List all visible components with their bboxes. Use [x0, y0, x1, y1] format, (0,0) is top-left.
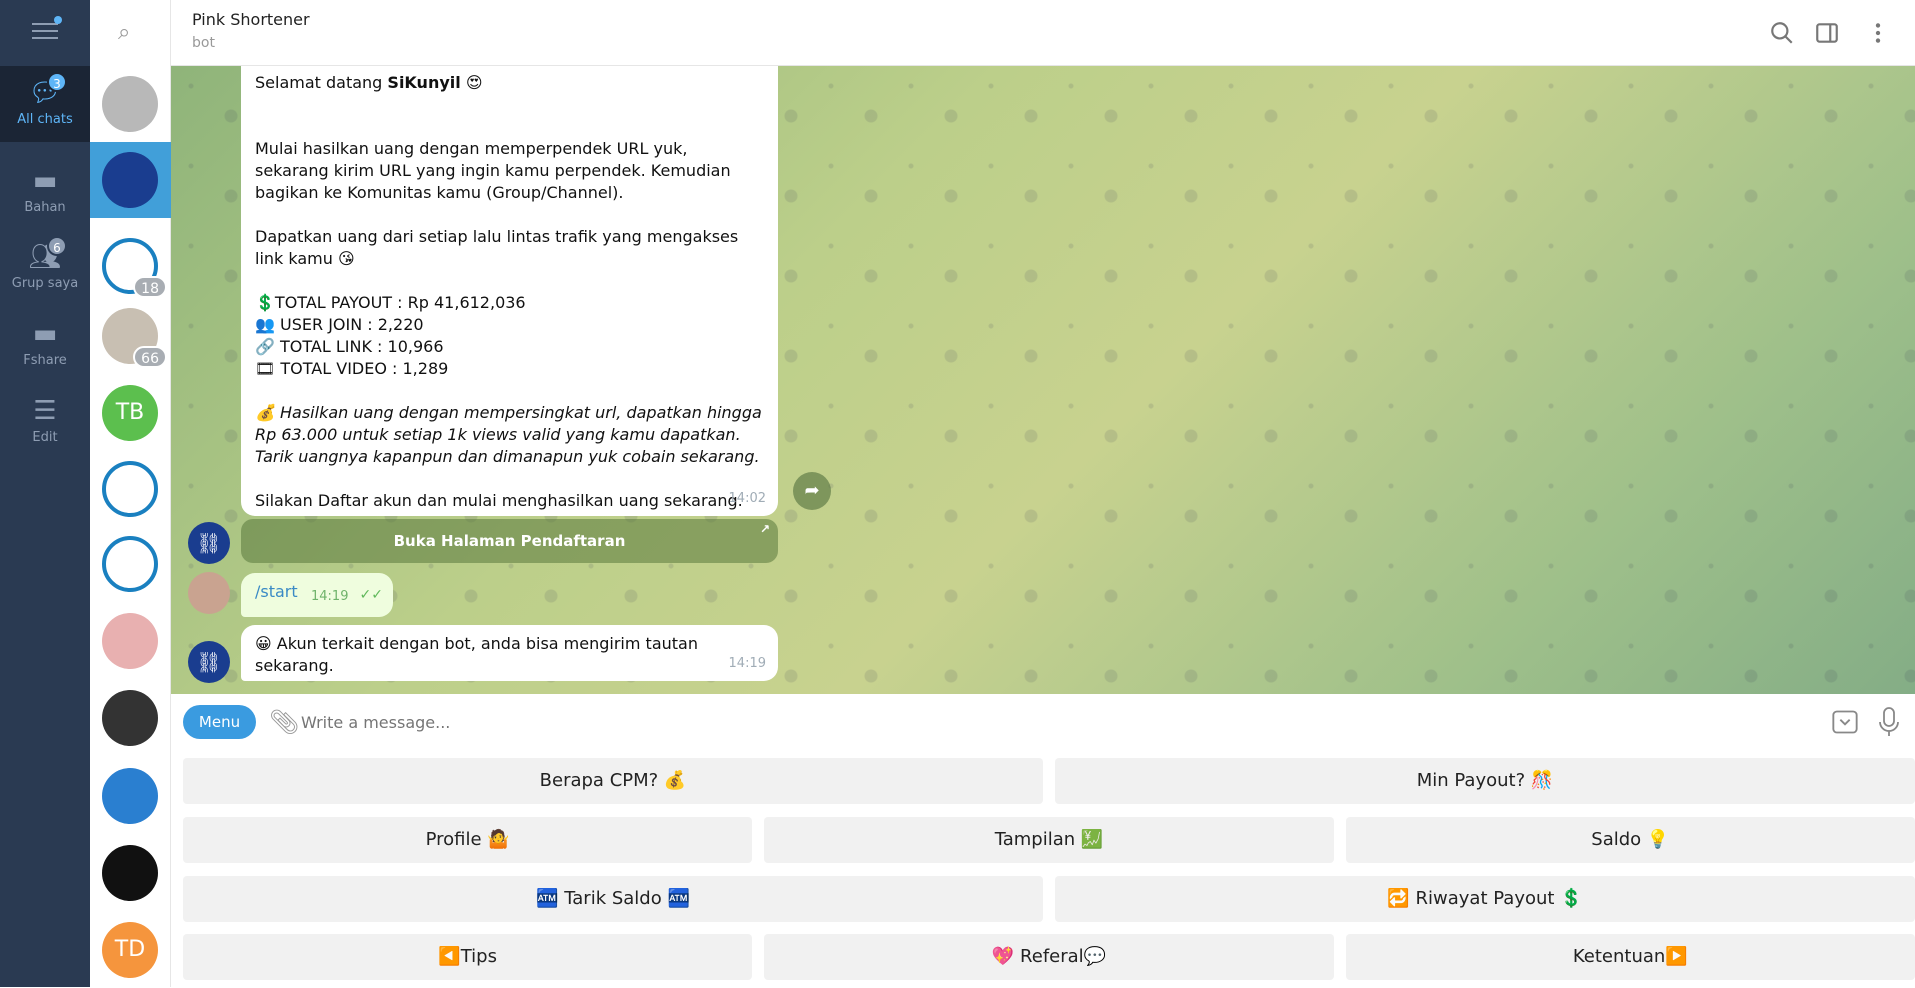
- keyboard-button[interactable]: Ketentuan▶️: [1345, 934, 1915, 980]
- sliders-icon: ☰: [33, 396, 57, 426]
- keyboard-toggle-icon[interactable]: [1831, 708, 1859, 736]
- chat-list-item[interactable]: [90, 603, 171, 679]
- avatar: [102, 768, 158, 824]
- avatar: TD: [102, 922, 158, 978]
- chat-header: Pink Shortener bot: [171, 0, 1915, 66]
- folder-icon: ▬: [32, 319, 58, 349]
- keyboard-button[interactable]: 🔁 Riwayat Payout 💲: [1055, 876, 1915, 922]
- chat-list-item[interactable]: [90, 142, 171, 218]
- register-page-button[interactable]: Buka Halaman Pendaftaran ↗: [241, 519, 778, 563]
- users-icon: 👥︎ 6: [27, 236, 67, 272]
- unread-count: 18: [133, 276, 167, 298]
- avatar-initials: TD: [114, 937, 146, 962]
- bot-avatar[interactable]: ⛓: [188, 522, 230, 564]
- stat-total-payout: 💲TOTAL PAYOUT : Rp 41,612,036: [255, 293, 526, 312]
- unread-badge: 6: [47, 236, 67, 256]
- stat-total-link: 🔗 TOTAL LINK : 10,966: [255, 337, 444, 356]
- command-text[interactable]: /start: [255, 582, 298, 601]
- folder-bahan[interactable]: ▬ Bahan: [0, 154, 90, 230]
- chat-list: ⌕ 18 66 TB TD: [90, 0, 171, 987]
- chat-list-item[interactable]: TD: [90, 912, 171, 988]
- bot-menu-button[interactable]: Menu: [183, 705, 256, 739]
- chat-list-item[interactable]: [90, 680, 171, 756]
- chat-list-item[interactable]: TB: [90, 375, 171, 451]
- keyboard-button[interactable]: Min Payout? 🎊: [1055, 758, 1915, 804]
- folder-label: Grup saya: [11, 276, 79, 291]
- folder-grup-saya[interactable]: 👥︎ 6 Grup saya: [0, 230, 90, 306]
- unread-badge: 3: [47, 72, 67, 92]
- keyboard-button[interactable]: Berapa CPM? 💰: [183, 758, 1043, 804]
- hamburger-menu-icon[interactable]: [32, 16, 62, 40]
- outgoing-message: /start 14:19 ✓✓: [241, 573, 393, 617]
- message-text: 😀 Akun terkait dengan bot, anda bisa men…: [255, 634, 698, 675]
- user-name: SiKunyil: [387, 73, 461, 92]
- avatar: TB: [102, 385, 158, 441]
- welcome-text: Selamat datang: [255, 73, 388, 92]
- folder-edit[interactable]: ☰ Edit: [0, 384, 90, 460]
- avatar-initials: TB: [115, 400, 145, 425]
- chat-bubbles-icon: 💬︎ 3: [27, 72, 67, 108]
- bot-avatar[interactable]: ⛓: [188, 641, 230, 683]
- avatar: [102, 613, 158, 669]
- message-paragraph: 💰 Hasilkan uang dengan mempersingkat url…: [255, 403, 762, 466]
- keyboard-button[interactable]: ◀️Tips: [183, 934, 753, 980]
- search-icon[interactable]: ⌕: [118, 20, 142, 45]
- avatar: [102, 152, 158, 208]
- keyboard-button[interactable]: Tampilan 💹: [764, 817, 1334, 863]
- avatar: [102, 536, 158, 592]
- folder-fshare[interactable]: ▬ Fshare: [0, 307, 90, 383]
- more-vertical-icon[interactable]: [1871, 20, 1885, 46]
- chat-list-item[interactable]: [90, 835, 171, 911]
- folder-label: Bahan: [24, 200, 66, 215]
- chat-list-item[interactable]: 18: [90, 228, 171, 304]
- folder-rail: 💬︎ 3 All chats ▬ Bahan 👥︎ 6 Grup saya ▬ Fshare ☰ Ed…: [0, 0, 90, 987]
- message-time: 14:19: [728, 656, 766, 671]
- emoji: 😍: [465, 73, 483, 92]
- bot-keyboard: Berapa CPM? 💰 Min Payout? 🎊 Profile 🤷 Tampi…: [171, 750, 1915, 987]
- attach-icon[interactable]: 📎︎: [269, 708, 299, 736]
- microphone-icon[interactable]: [1877, 706, 1901, 738]
- chat-list-item[interactable]: [90, 758, 171, 834]
- message-input[interactable]: [301, 704, 1601, 740]
- avatar: [102, 690, 158, 746]
- keyboard-button[interactable]: 🏧 Tarik Saldo 🏧: [183, 876, 1043, 922]
- stat-total-video: 🎞 TOTAL VIDEO : 1,289: [255, 359, 449, 378]
- chat-list-item[interactable]: [90, 66, 171, 142]
- message-time: 14:19: [311, 589, 349, 604]
- keyboard-button[interactable]: Saldo 💡: [1345, 817, 1915, 863]
- message-paragraph: Dapatkan uang dari setiap lalu lintas tr…: [255, 227, 739, 268]
- stat-user-join: 👥 USER JOIN : 2,220: [255, 315, 424, 334]
- message-paragraph: Silakan Daftar akun dan mulai menghasilk…: [255, 491, 743, 510]
- double-check-icon: ✓✓: [359, 587, 383, 603]
- avatar: [102, 461, 158, 517]
- button-label: Buka Halaman Pendaftaran: [393, 532, 626, 550]
- chat-list-item[interactable]: [90, 451, 171, 527]
- external-link-icon: ↗: [759, 522, 770, 536]
- user-avatar[interactable]: [188, 572, 230, 614]
- chat-list-item[interactable]: [90, 526, 171, 602]
- avatar: [102, 845, 158, 901]
- folder-icon: ▬: [32, 166, 58, 196]
- chat-subtitle: bot: [192, 35, 215, 51]
- search-icon[interactable]: [1769, 20, 1795, 46]
- avatar: [102, 76, 158, 132]
- forward-button[interactable]: ➦: [793, 472, 831, 510]
- message-paragraph: Mulai hasilkan uang dengan memperpendek …: [255, 139, 731, 202]
- folder-all-chats[interactable]: 💬︎ 3 All chats: [0, 66, 90, 142]
- folder-label: Edit: [32, 430, 58, 445]
- sidebar-toggle-icon[interactable]: [1814, 20, 1840, 46]
- message-area: Selamat datang SiKunyil 😍 Mulai hasilkan…: [171, 66, 1915, 694]
- keyboard-button[interactable]: 💖 Referal💬: [764, 934, 1334, 980]
- folder-label: All chats: [17, 112, 73, 127]
- unread-count: 66: [133, 346, 167, 368]
- chat-list-item[interactable]: 66: [90, 298, 171, 374]
- folder-label: Fshare: [23, 353, 67, 368]
- welcome-message: Selamat datang SiKunyil 😍 Mulai hasilkan…: [241, 66, 778, 516]
- keyboard-button[interactable]: Profile 🤷: [183, 817, 753, 863]
- composer: Menu 📎︎: [171, 694, 1915, 750]
- incoming-message: 😀 Akun terkait dengan bot, anda bisa men…: [241, 625, 778, 681]
- chat-title[interactable]: Pink Shortener: [192, 10, 310, 29]
